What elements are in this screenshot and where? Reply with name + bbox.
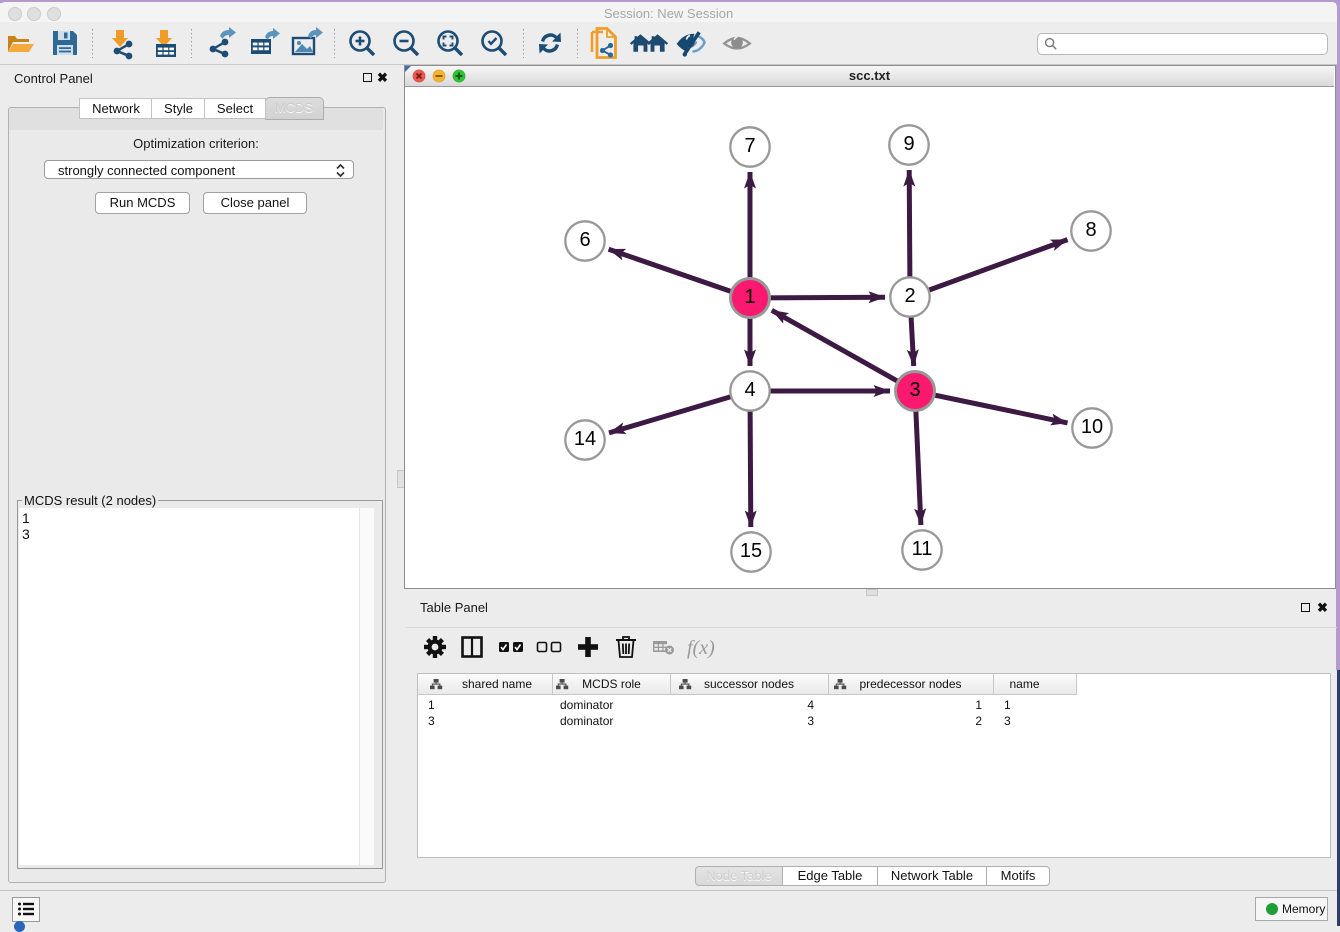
svg-text:f(x): f(x) [687,637,715,659]
